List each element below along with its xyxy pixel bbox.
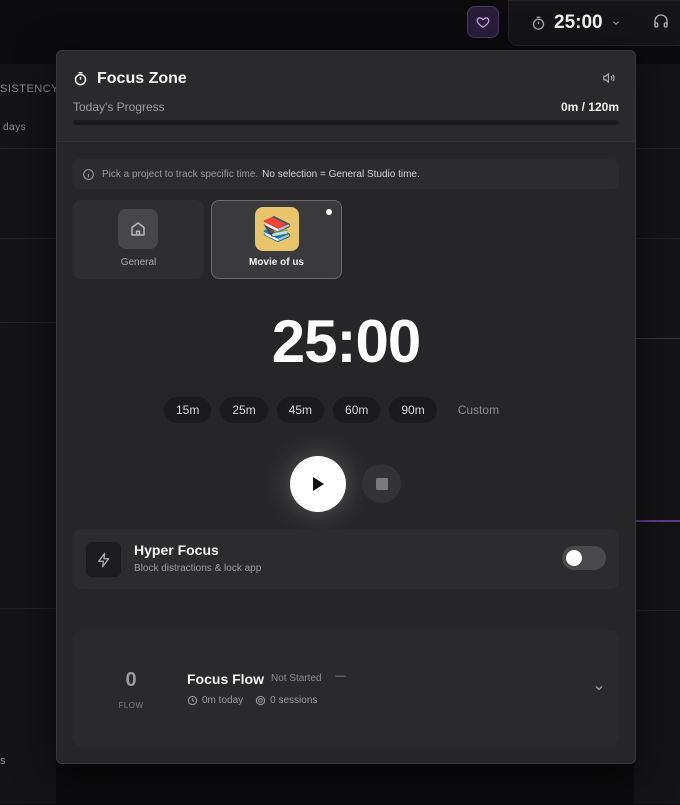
background-right-panel: [634, 64, 680, 804]
project-card-movie-of-us[interactable]: 📚 Movie of us: [211, 200, 342, 279]
background-divider: [0, 148, 56, 149]
bottom-label: s: [0, 755, 6, 767]
preset-25m[interactable]: 25m: [220, 397, 268, 423]
duration-presets: 15m 25m 45m 60m 90m Custom: [164, 397, 520, 423]
background-divider: [0, 322, 56, 323]
info-icon: [82, 168, 95, 181]
hyper-focus-card: Hyper Focus Block distractions & lock ap…: [73, 529, 619, 589]
timer-display: 25:00: [271, 308, 421, 375]
background-accent-line: [634, 520, 680, 522]
preset-90m[interactable]: 90m: [389, 397, 437, 423]
focus-flow-card[interactable]: 0 FLOW Focus Flow Not Started — 0m today…: [73, 631, 619, 746]
stop-icon: [375, 477, 388, 490]
modal-title: Focus Zone: [97, 70, 187, 87]
today-stat: 0m today: [187, 695, 243, 706]
consistency-label: SISTENCY: [0, 83, 60, 95]
project-card-general[interactable]: General: [73, 200, 204, 279]
focus-flow-meta: 0m today 0 sessions: [187, 695, 329, 706]
favorite-button[interactable]: [467, 6, 499, 38]
preset-60m[interactable]: 60m: [333, 397, 381, 423]
chevron-down-icon: [595, 686, 603, 691]
focus-flow-title: Focus Flow: [187, 671, 264, 687]
stopwatch-icon: [74, 72, 87, 86]
days-label: days: [3, 122, 27, 133]
preset-15m[interactable]: 15m: [164, 397, 212, 423]
info-text-strong: No selection = General Studio time.: [262, 168, 420, 180]
selected-indicator: [326, 209, 332, 215]
title-row: Focus Zone: [73, 70, 187, 88]
progress-bar: [73, 120, 619, 125]
preset-45m[interactable]: 45m: [276, 397, 325, 423]
background-divider: [634, 238, 680, 239]
chevron-down-icon: [612, 21, 619, 25]
progress-value: 0m / 120m: [560, 100, 619, 114]
hyper-focus-subtitle: Block distractions & lock app: [134, 563, 262, 574]
progress-label: Today's Progress: [73, 100, 165, 114]
preset-custom[interactable]: Custom: [446, 397, 511, 423]
background-divider: [634, 338, 680, 339]
headphones-button[interactable]: [653, 13, 669, 34]
focus-zone-modal: Focus Zone Today's Progress 0m / 120m Pi…: [56, 50, 636, 764]
info-text: Pick a project to track specific time.: [102, 168, 259, 180]
modal-header: Focus Zone Today's Progress 0m / 120m: [57, 51, 635, 142]
sessions-value: 0 sessions: [270, 695, 318, 706]
lightning-icon: [86, 542, 121, 577]
clock-icon: [187, 695, 198, 706]
topbar-timer-value: 25:00: [554, 12, 603, 33]
hyper-focus-title: Hyper Focus: [134, 542, 219, 558]
project-label: General: [120, 257, 157, 268]
today-value: 0m today: [202, 695, 244, 706]
home-icon: [118, 209, 158, 249]
focus-flow-dash: —: [335, 670, 346, 682]
project-label: Movie of us: [248, 257, 304, 268]
target-icon: [255, 695, 266, 706]
play-button[interactable]: [290, 456, 346, 512]
hyper-focus-toggle[interactable]: [562, 546, 606, 570]
info-banner: Pick a project to track specific time. N…: [73, 159, 619, 189]
background-divider: [0, 238, 56, 239]
background-divider: [0, 608, 56, 609]
flow-unit: FLOW: [118, 701, 144, 710]
expand-button[interactable]: [593, 681, 605, 699]
books-icon: 📚: [255, 207, 299, 251]
toggle-knob: [566, 550, 582, 566]
stop-button[interactable]: [362, 464, 401, 503]
play-icon: [313, 477, 324, 491]
background-divider: [634, 610, 680, 611]
focus-flow-status: Not Started: [271, 673, 322, 684]
sessions-stat: 0 sessions: [255, 695, 317, 706]
sound-toggle-button[interactable]: [601, 71, 617, 90]
stopwatch-icon: [532, 16, 545, 30]
heart-icon: [476, 17, 490, 28]
background-divider: [634, 148, 680, 149]
flow-count: 0: [125, 669, 137, 691]
volume-icon: [603, 72, 615, 84]
headphones-icon: [654, 14, 668, 28]
background-left-panel: [0, 64, 56, 804]
